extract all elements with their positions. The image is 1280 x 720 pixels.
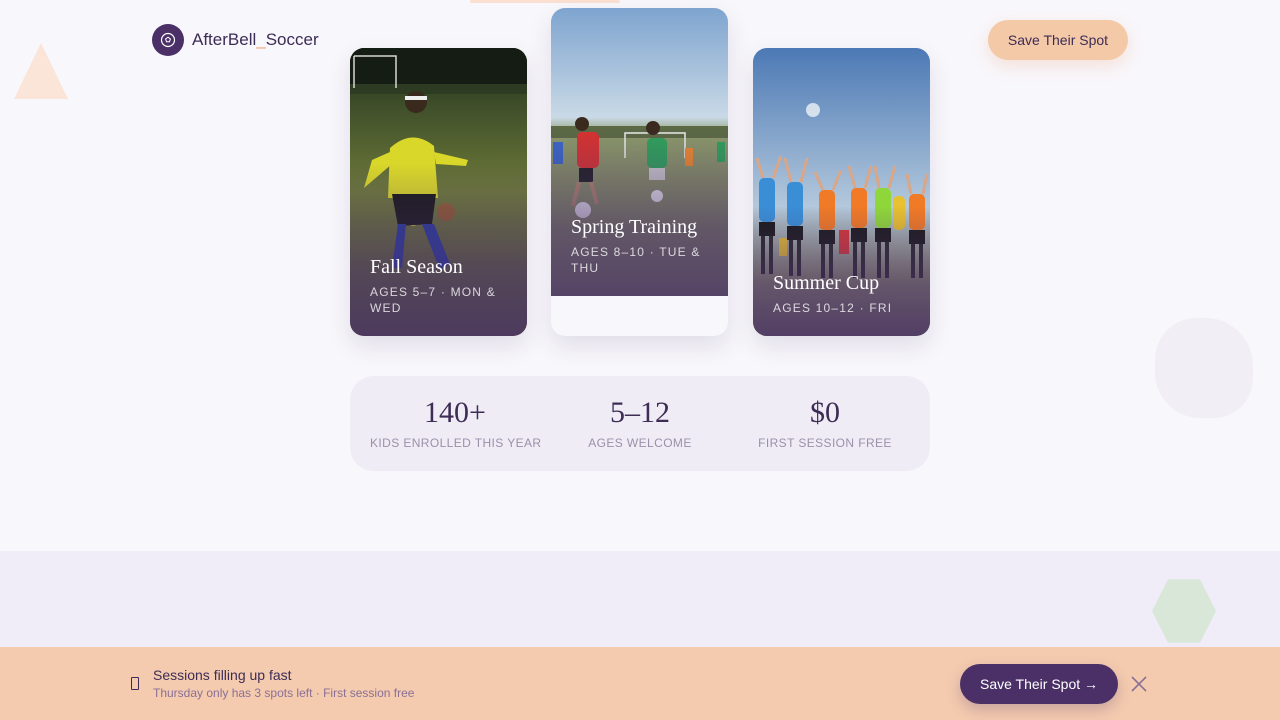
stat-label: FIRST SESSION FREE xyxy=(758,436,892,450)
stat-first-session: $0 FIRST SESSION FREE xyxy=(740,396,910,450)
soccer-ball-icon xyxy=(152,24,184,56)
stat-ages: 5–12 AGES WELCOME xyxy=(555,396,725,450)
brand-name: AfterBell_Soccer xyxy=(192,30,319,49)
decorative-triangle xyxy=(14,43,68,99)
stat-label: KIDS ENROLLED THIS YEAR xyxy=(370,436,542,450)
notice-save-spot-button[interactable]: Save Their Spot → xyxy=(960,664,1118,704)
stat-value: $0 xyxy=(810,396,840,429)
stat-value: 140+ xyxy=(424,396,486,429)
decorative-blob xyxy=(1155,318,1253,418)
card-meta: AGES 8–10 · TUE & THU xyxy=(571,245,701,275)
phone-icon xyxy=(131,677,139,690)
program-card-summer[interactable]: Summer Cup AGES 10–12 · FRI xyxy=(753,48,930,336)
stats-panel: 140+ KIDS ENROLLED THIS YEAR 5–12 AGES W… xyxy=(350,376,930,471)
stat-kids-enrolled: 140+ KIDS ENROLLED THIS YEAR xyxy=(370,396,542,450)
card-meta: AGES 5–7 · MON & WED xyxy=(370,285,496,315)
stat-label: AGES WELCOME xyxy=(588,436,692,450)
decorative-top-line xyxy=(470,0,620,3)
notice-title: Sessions filling up fast xyxy=(153,667,292,683)
brand[interactable]: AfterBell_Soccer xyxy=(152,24,319,56)
close-icon[interactable] xyxy=(1129,674,1149,694)
stat-value: 5–12 xyxy=(610,396,670,429)
save-spot-button[interactable]: Save Their Spot xyxy=(988,20,1128,60)
card-title: Summer Cup xyxy=(773,272,880,294)
card-meta: AGES 10–12 · FRI xyxy=(773,301,893,315)
program-card-fall[interactable]: Fall Season AGES 5–7 · MON & WED xyxy=(350,48,527,336)
card-title: Spring Training xyxy=(571,216,698,238)
program-card-spring[interactable]: Spring Training AGES 8–10 · TUE & THU xyxy=(551,8,728,336)
card-title: Fall Season xyxy=(370,256,463,278)
notice-subtitle: Thursday only has 3 spots left · First s… xyxy=(153,686,415,700)
